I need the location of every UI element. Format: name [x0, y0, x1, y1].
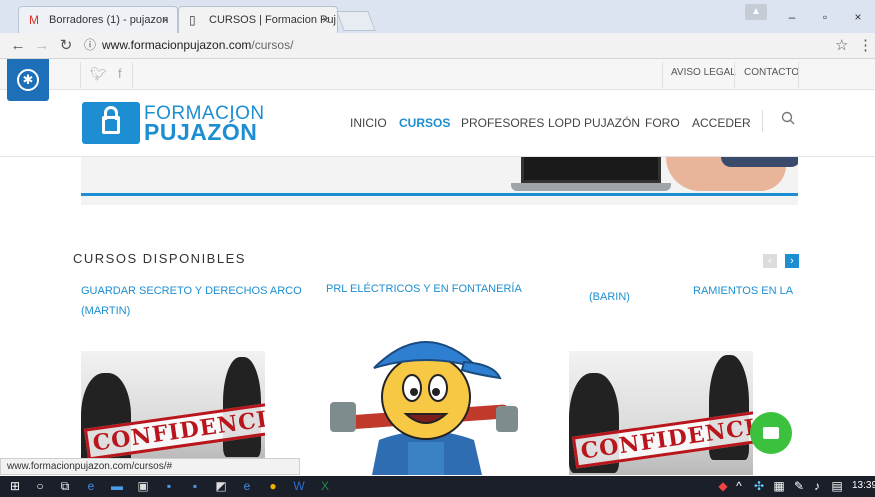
- url-path: /cursos/: [251, 38, 294, 52]
- browser-toolbar: ← → ↻ ⓘ www.formacionpujazon.com/cursos/ …: [0, 33, 875, 59]
- nav-cursos[interactable]: CURSOS: [399, 116, 450, 130]
- facebook-icon[interactable]: f: [118, 66, 122, 81]
- aviso-legal-link[interactable]: AVISO LEGAL: [671, 67, 736, 78]
- new-tab-button[interactable]: [336, 11, 376, 31]
- section-title: CURSOS DISPONIBLES: [73, 251, 246, 266]
- network-icon[interactable]: ▦: [772, 479, 786, 493]
- nav-acceder[interactable]: ACCEDER: [692, 116, 751, 130]
- close-icon[interactable]: ×: [322, 13, 329, 27]
- tab-label: Borradores (1) - pujazon: [49, 14, 169, 26]
- logo-line2[interactable]: PUJAZÓN: [144, 119, 257, 146]
- chat-button[interactable]: [750, 412, 792, 454]
- menu-icon[interactable]: ⋮: [858, 36, 873, 54]
- word-icon[interactable]: W: [292, 479, 306, 493]
- back-icon[interactable]: ←: [8, 36, 28, 56]
- divider: [132, 62, 133, 88]
- notifications-icon[interactable]: ▤: [830, 479, 844, 493]
- file-explorer-icon[interactable]: ▪: [162, 479, 176, 493]
- dropbox-icon[interactable]: ✣: [752, 479, 766, 493]
- divider: [80, 62, 81, 88]
- nav-profesores[interactable]: PROFESORES: [461, 116, 544, 130]
- bookmark-star-icon[interactable]: ☆: [835, 36, 848, 54]
- internet-explorer-icon[interactable]: e: [240, 479, 254, 493]
- url-host: www.formacionpujazon.com: [102, 38, 252, 52]
- photos-icon[interactable]: ◩: [214, 479, 228, 493]
- excel-icon[interactable]: X: [318, 479, 332, 493]
- course-title-3-overlay[interactable]: (BARIN): [589, 287, 630, 307]
- address-bar[interactable]: ⓘ www.formacionpujazon.com/cursos/: [84, 35, 824, 56]
- hero-slider[interactable]: [81, 157, 798, 205]
- tab-cursos[interactable]: ▯ CURSOS | Formacion Puj ×: [178, 6, 338, 33]
- nav-inicio[interactable]: INICIO: [350, 116, 387, 130]
- nav-lopd[interactable]: LOPD PUJAZÓN: [548, 116, 640, 130]
- pen-icon[interactable]: ✎: [792, 479, 806, 493]
- divider: [662, 62, 663, 88]
- profile-icon[interactable]: ▲: [745, 4, 767, 20]
- clock[interactable]: 13:39: [852, 480, 875, 491]
- close-icon[interactable]: ×: [162, 13, 169, 27]
- forward-icon[interactable]: →: [32, 36, 52, 56]
- twitter-icon[interactable]: 🐦︎: [90, 66, 107, 82]
- divider: [762, 110, 763, 132]
- search-icon[interactable]: [781, 111, 795, 125]
- chrome-icon[interactable]: ●: [266, 479, 280, 493]
- minimize-icon[interactable]: –: [775, 0, 809, 33]
- restore-icon[interactable]: ▫: [808, 0, 842, 33]
- contacto-link[interactable]: CONTACTO: [744, 67, 799, 78]
- tray-app-icon[interactable]: ◆: [716, 479, 730, 493]
- app-icon[interactable]: ▬: [110, 479, 124, 493]
- carousel-next-button[interactable]: ›: [785, 254, 799, 268]
- tray-chevron-icon[interactable]: ^: [732, 479, 746, 493]
- tab-label: CURSOS | Formacion Puj: [209, 14, 336, 26]
- tab-gmail[interactable]: M Borradores (1) - pujazon ×: [18, 6, 178, 33]
- chat-icon: [763, 427, 779, 439]
- logo-icon[interactable]: [82, 102, 140, 144]
- windows-taskbar: ⊞ ○ ⧉ e ▬ ▣ ▪ ▪ ◩ e ● W X ◆ ^ ✣ ▦ ✎ ♪ ▤ …: [0, 476, 875, 497]
- divider: [798, 62, 799, 88]
- hero-accent-bar: [81, 193, 798, 196]
- mail-icon[interactable]: ▪: [188, 479, 202, 493]
- laptop-image: [521, 157, 661, 183]
- accessibility-icon: ✱: [17, 69, 39, 91]
- volume-icon[interactable]: ♪: [810, 479, 824, 493]
- carousel-prev-button[interactable]: ‹: [763, 254, 777, 268]
- info-icon[interactable]: ⓘ: [84, 38, 96, 52]
- divider: [734, 62, 735, 88]
- course-title-1[interactable]: GUARDAR SECRETO Y DERECHOS ARCO (MARTIN): [81, 281, 302, 321]
- plumber-mascot-image[interactable]: [324, 322, 528, 475]
- nav-foro[interactable]: FORO: [645, 116, 680, 130]
- task-view-icon[interactable]: ⧉: [58, 479, 72, 493]
- store-icon[interactable]: ▣: [136, 479, 150, 493]
- course-image-1[interactable]: CONFIDENCIAL: [81, 351, 265, 461]
- accessibility-button[interactable]: ✱: [7, 59, 49, 101]
- browser-tabstrip: M Borradores (1) - pujazon × ▯ CURSOS | …: [0, 0, 875, 33]
- course-title-2[interactable]: PRL ELÉCTRICOS Y EN FONTANERÍA: [326, 279, 522, 299]
- cortana-icon[interactable]: ○: [33, 479, 47, 493]
- course-title-3-partial[interactable]: RAMIENTOS EN LA: [693, 281, 793, 301]
- edge-icon[interactable]: e: [84, 479, 98, 493]
- link-status-bar: www.formacionpujazon.com/cursos/#: [0, 458, 300, 475]
- gmail-icon: M: [29, 13, 39, 27]
- reload-icon[interactable]: ↻: [56, 36, 76, 56]
- page-icon: ▯: [189, 13, 196, 27]
- course-image-3[interactable]: CONFIDENCIAL: [569, 351, 753, 475]
- windows-start-icon[interactable]: ⊞: [8, 479, 22, 493]
- window-close-icon[interactable]: ×: [841, 0, 875, 33]
